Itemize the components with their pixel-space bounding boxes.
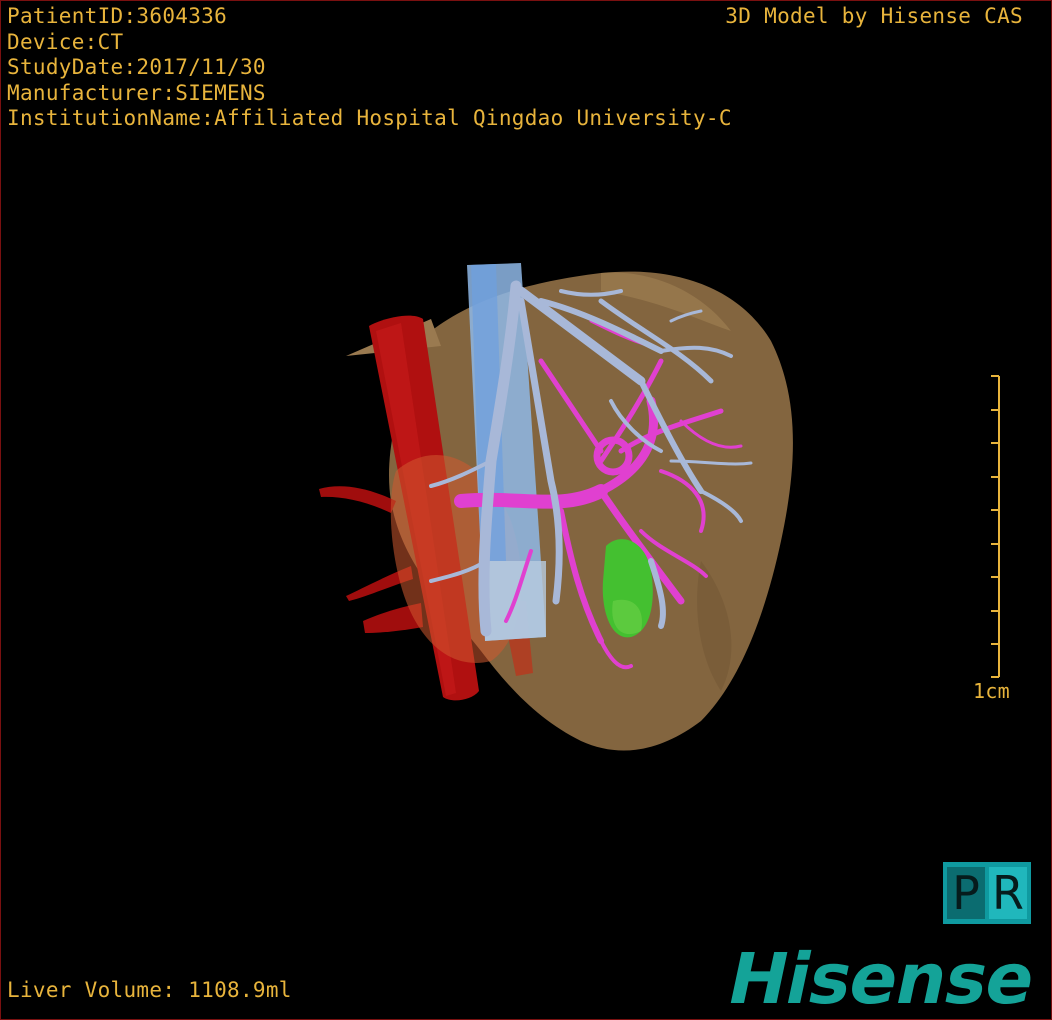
patient-id-text: PatientID:3604336	[7, 4, 228, 28]
patient-info: PatientID:3604336 Device:CT StudyDate:2017…	[7, 4, 732, 132]
manufacturer-text: Manufacturer:SIEMENS	[7, 80, 266, 105]
pr-badge-letter-p: P	[947, 867, 985, 919]
scale-bar-label: 1cm	[973, 679, 1011, 703]
viewer-frame: 1cm PatientID:3604336 Device:CT StudyDate:…	[0, 0, 1052, 1020]
institution-text: InstitutionName:Affiliated Hospital Qing…	[7, 106, 732, 130]
pr-badge-letter-r: R	[989, 867, 1027, 919]
study-date-text: StudyDate:2017/11/30	[7, 55, 266, 79]
3d-model-viewport[interactable]	[1, 1, 1051, 1019]
model-credit-text: 3D Model by Hisense CAS	[725, 4, 1023, 28]
hisense-logo: Hisense	[720, 938, 1042, 1020]
liver-volume-text: Liver Volume: 1108.9ml	[7, 978, 292, 1002]
device-text: Device:CT	[7, 29, 124, 54]
pr-badge-icon: P R	[943, 862, 1031, 924]
scale-bar-icon	[991, 375, 1000, 678]
